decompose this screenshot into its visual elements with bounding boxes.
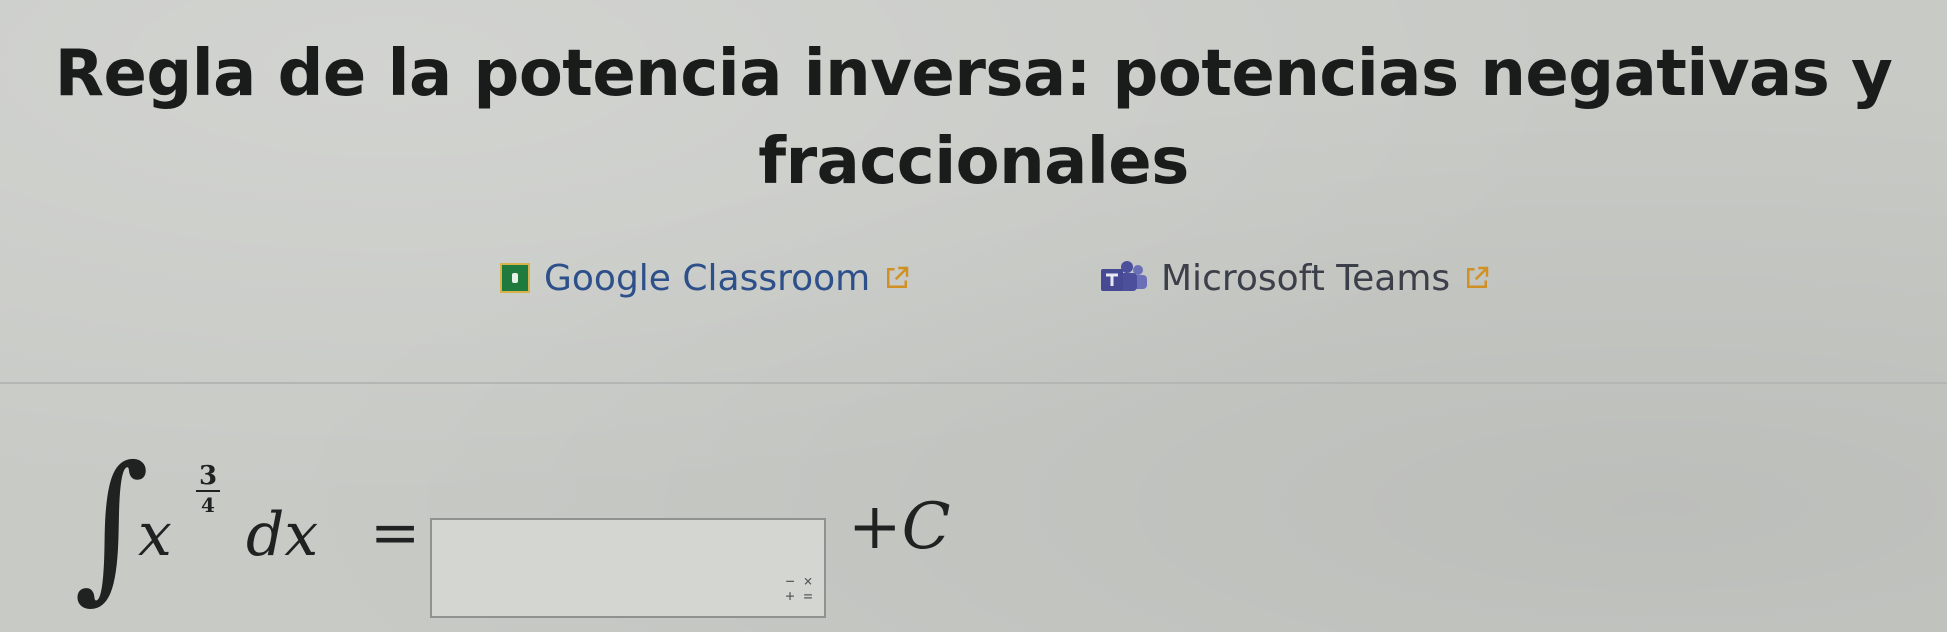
- fraction-exponent: 3 4: [196, 461, 220, 517]
- google-classroom-icon: [500, 263, 530, 293]
- plus-sign: +: [848, 490, 902, 564]
- keypad-glyph-bottom: + =: [785, 587, 813, 605]
- section-divider: [0, 382, 1947, 384]
- exponent-denominator: 4: [201, 493, 215, 517]
- math-keypad-icon[interactable]: − × + =: [783, 574, 815, 610]
- google-classroom-share-link[interactable]: Google Classroom: [500, 248, 912, 308]
- external-link-icon: [1467, 266, 1489, 288]
- share-links: Google Classroom Microsoft Teams: [0, 248, 1947, 308]
- exponent-numerator: 3: [198, 461, 218, 491]
- constant-of-integration: +C: [848, 490, 951, 564]
- integrand-variable: x: [138, 500, 172, 570]
- integral-exercise: ∫ x 3 4 dx = − × + = +C: [70, 440, 1070, 620]
- google-classroom-label: Google Classroom: [544, 257, 871, 299]
- microsoft-teams-icon: [1101, 261, 1147, 291]
- page-background: Regla de la potencia inversa: potencias …: [0, 0, 1947, 632]
- differential: dx: [246, 500, 319, 570]
- answer-input[interactable]: [430, 518, 826, 618]
- microsoft-teams-label: Microsoft Teams: [1161, 257, 1451, 299]
- equals-sign: =: [370, 498, 421, 568]
- page-title: Regla de la potencia inversa: potencias …: [54, 37, 1893, 199]
- constant-c: C: [901, 490, 951, 564]
- microsoft-teams-share-link[interactable]: Microsoft Teams: [1097, 248, 1492, 308]
- external-link-icon: [887, 266, 909, 288]
